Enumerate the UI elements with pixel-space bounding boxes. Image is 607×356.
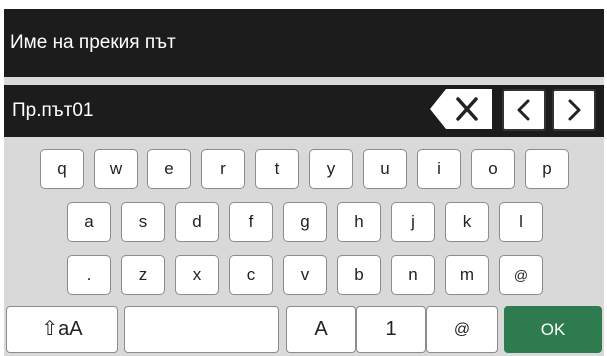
key-o[interactable]: o [471,149,515,189]
backspace-x-icon [430,89,492,129]
key-w[interactable]: w [94,149,138,189]
alpha-mode-button[interactable]: A [286,306,356,353]
key-v[interactable]: v [283,255,327,295]
key-k[interactable]: k [445,202,489,242]
key-u[interactable]: u [363,149,407,189]
symbol-mode-button[interactable]: @ [426,306,498,353]
backspace-button[interactable] [428,87,494,131]
key-i[interactable]: i [417,149,461,189]
key-p[interactable]: p [525,149,569,189]
chevron-left-icon [517,99,530,121]
input-bar: Пр.път01 [4,85,604,137]
key-x[interactable]: x [175,255,219,295]
key-m[interactable]: m [445,255,489,295]
key-j[interactable]: j [391,202,435,242]
key-n[interactable]: n [391,255,435,295]
key-s[interactable]: s [121,202,165,242]
ok-button[interactable]: OK [504,306,602,353]
numeric-mode-button[interactable]: 1 [356,306,426,353]
key-r[interactable]: r [201,149,245,189]
shortcut-name-input[interactable]: Пр.път01 [12,85,94,137]
key-g[interactable]: g [283,202,327,242]
cursor-right-button[interactable] [552,89,596,131]
key-c[interactable]: c [229,255,273,295]
space-key[interactable] [124,306,279,353]
key-t[interactable]: t [255,149,299,189]
chevron-right-icon [568,99,581,121]
key-e[interactable]: e [147,149,191,189]
shift-case-button[interactable]: ⇧aA [6,306,118,353]
key-h[interactable]: h [337,202,381,242]
key-b[interactable]: b [337,255,381,295]
key-z[interactable]: z [121,255,165,295]
key-d[interactable]: d [175,202,219,242]
key-period[interactable]: . [67,255,111,295]
key-y[interactable]: y [309,149,353,189]
cursor-left-button[interactable] [502,89,546,131]
key-q[interactable]: q [40,149,84,189]
key-f[interactable]: f [229,202,273,242]
keyboard-screen: Име на прекия път Пр.път01 q w e r t y u… [4,9,604,356]
page-title: Име на прекия път [4,9,604,77]
key-l[interactable]: l [499,202,543,242]
key-at[interactable]: @ [499,255,543,295]
key-a[interactable]: a [67,202,111,242]
